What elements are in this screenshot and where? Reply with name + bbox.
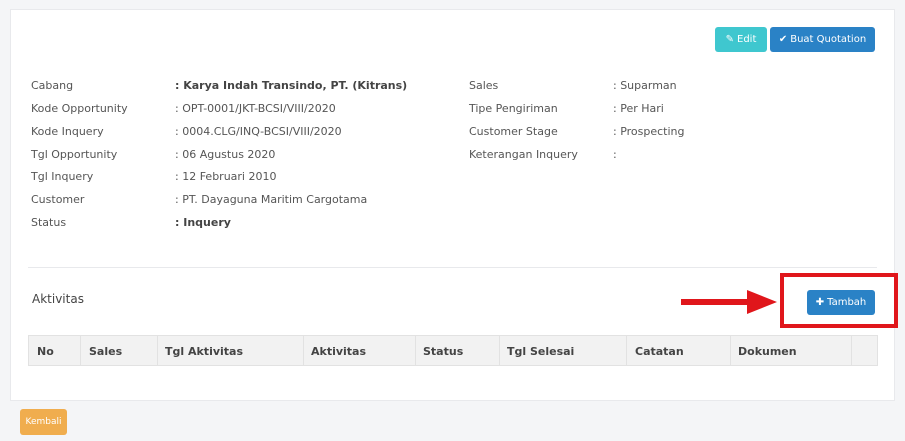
aktivitas-table-header: No Sales Tgl Aktivitas Aktivitas Status …: [28, 335, 878, 366]
tambah-label: Tambah: [827, 297, 867, 308]
annotation-arrow-icon: [681, 290, 777, 314]
column-header-catatan: Catatan: [635, 345, 684, 358]
column-header-dokumen: Dokumen: [738, 345, 797, 358]
label-customer: Customer: [31, 193, 85, 206]
column-divider: [80, 336, 81, 365]
label-tgl-opportunity: Tgl Opportunity: [31, 148, 118, 161]
column-divider: [851, 336, 852, 365]
value-cabang: : Karya Indah Transindo, PT. (Kitrans): [175, 79, 408, 92]
column-header-aktivitas: Aktivitas: [311, 345, 367, 358]
buat-quotation-label: Buat Quotation: [790, 34, 867, 45]
column-divider: [499, 336, 500, 365]
edit-label: Edit: [737, 34, 757, 45]
value-tipe-pengiriman: : Per Hari: [613, 102, 664, 115]
value-tgl-opportunity: : 06 Agustus 2020: [175, 148, 276, 161]
value-tgl-inquery: : 12 Februari 2010: [175, 170, 277, 183]
label-customer-stage: Customer Stage: [469, 125, 558, 138]
column-header-no: No: [37, 345, 54, 358]
kembali-button[interactable]: Kembali: [20, 409, 67, 435]
column-header-tgl-aktivitas: Tgl Aktivitas: [165, 345, 244, 358]
value-customer: : PT. Dayaguna Maritim Cargotama: [175, 193, 368, 206]
value-customer-stage: : Prospecting: [613, 125, 685, 138]
section-divider: [28, 267, 877, 268]
label-kode-inquery: Kode Inquery: [31, 125, 104, 138]
label-tipe-pengiriman: Tipe Pengiriman: [469, 102, 558, 115]
value-sales: : Suparman: [613, 79, 677, 92]
label-cabang: Cabang: [31, 79, 74, 92]
label-status: Status: [31, 216, 67, 229]
aktivitas-title: Aktivitas: [32, 292, 84, 306]
label-tgl-inquery: Tgl Inquery: [31, 170, 94, 183]
column-divider: [626, 336, 627, 365]
tambah-button[interactable]: ✚ Tambah: [807, 290, 875, 315]
label-sales: Sales: [469, 79, 499, 92]
label-kode-opportunity: Kode Opportunity: [31, 102, 128, 115]
column-divider: [157, 336, 158, 365]
column-divider: [730, 336, 731, 365]
edit-icon: ✎: [725, 34, 734, 45]
value-kode-inquery: : 0004.CLG/INQ-BCSI/VIII/2020: [175, 125, 342, 138]
opportunity-detail-panel: ✎ Edit ✔ Buat Quotation Cabang : Karya I…: [10, 9, 898, 401]
plus-icon: ✚: [815, 297, 825, 308]
value-status: : Inquery: [175, 216, 231, 229]
check-icon: ✔: [778, 34, 788, 45]
edit-button[interactable]: ✎ Edit: [715, 27, 767, 52]
buat-quotation-button[interactable]: ✔ Buat Quotation: [770, 27, 875, 52]
column-header-status: Status: [423, 345, 464, 358]
label-keterangan-inquery: Keterangan Inquery: [469, 148, 578, 161]
column-header-tgl-selesai: Tgl Selesai: [507, 345, 575, 358]
column-divider: [415, 336, 416, 365]
column-divider: [303, 336, 304, 365]
value-kode-opportunity: : OPT-0001/JKT-BCSI/VIII/2020: [175, 102, 336, 115]
column-header-sales: Sales: [89, 345, 123, 358]
value-keterangan-inquery: :: [613, 148, 617, 161]
